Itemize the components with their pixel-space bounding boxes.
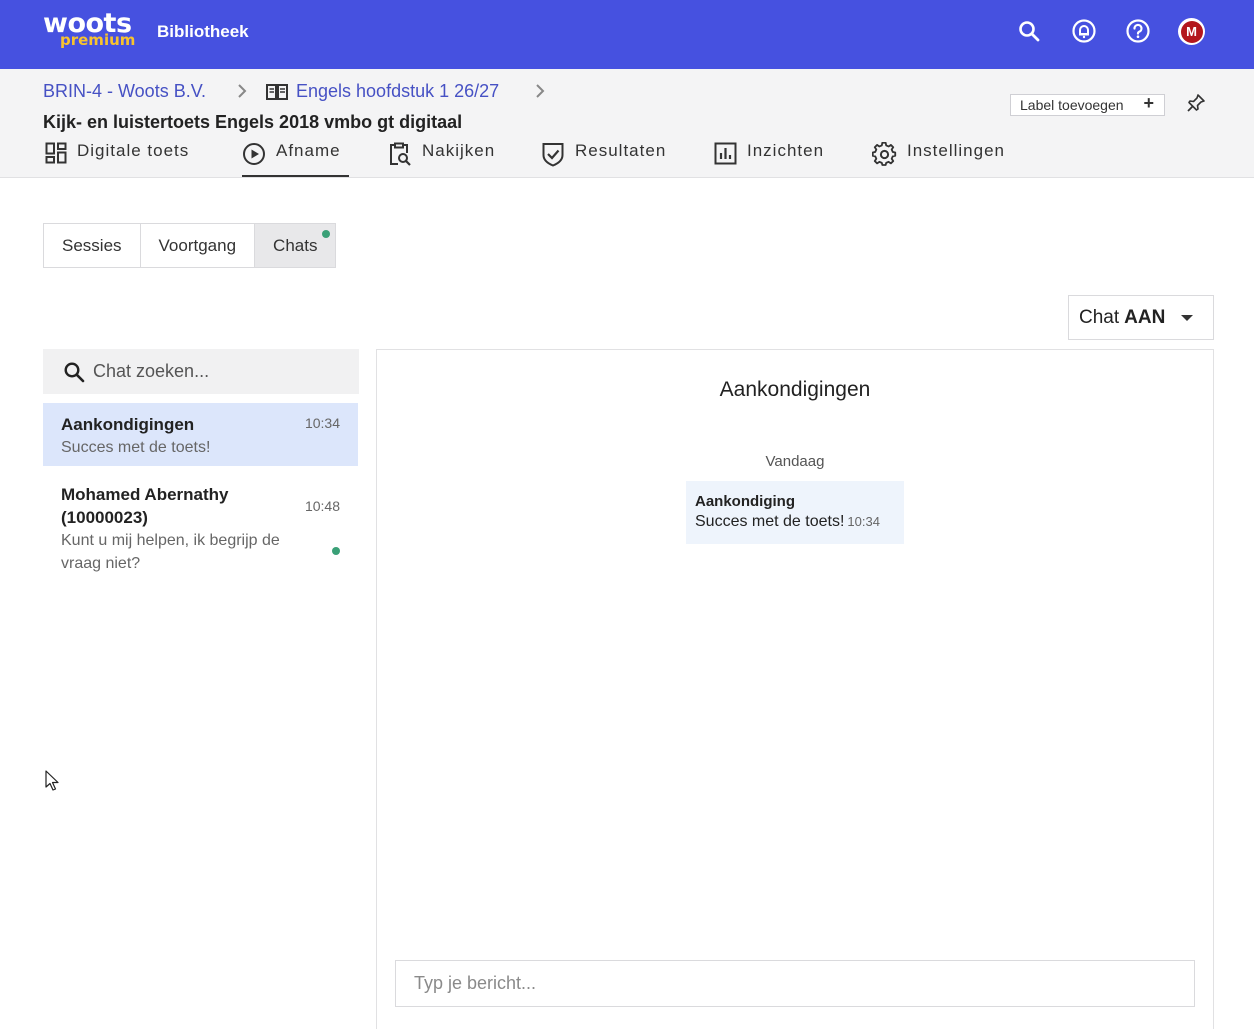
breadcrumb-org[interactable]: BRIN-4 - Woots B.V. bbox=[43, 81, 206, 102]
dashboard-icon bbox=[45, 142, 67, 164]
chat-title: Aankondigingen bbox=[719, 378, 871, 401]
page-header: BRIN-4 - Woots B.V. Engels hoofdstuk 1 2… bbox=[0, 69, 1254, 178]
chat-search-placeholder: Chat zoeken... bbox=[93, 361, 210, 381]
subtab-chats-label: Chats bbox=[273, 235, 318, 255]
tab-label: Instellingen bbox=[907, 141, 1006, 160]
message-time: 10:34 bbox=[847, 514, 880, 529]
tab-digitale-toets[interactable]: Digitale toets bbox=[45, 141, 189, 177]
search-icon[interactable] bbox=[1016, 18, 1042, 44]
top-bar: woots premium Bibliotheek M bbox=[0, 0, 1254, 69]
avatar-initial: M bbox=[1180, 20, 1203, 43]
chevron-right-icon bbox=[534, 83, 546, 104]
conversation-preview: Kunt u mij helpen, ik begrijp de vraag n… bbox=[61, 532, 280, 572]
clipboard-search-icon bbox=[390, 142, 411, 166]
help-icon[interactable] bbox=[1125, 18, 1151, 44]
conversation-preview: Succes met de toets! bbox=[61, 439, 211, 456]
caret-down-icon bbox=[1181, 315, 1193, 321]
conversation-time: 10:48 bbox=[304, 498, 340, 514]
user-avatar[interactable]: M bbox=[1178, 18, 1205, 45]
tab-label: Resultaten bbox=[575, 141, 667, 160]
add-label-text: Label toevoegen bbox=[1020, 97, 1124, 113]
tab-instellingen[interactable]: Instellingen bbox=[872, 141, 1005, 177]
chat-status-dropdown[interactable]: Chat AAN bbox=[1068, 295, 1214, 340]
message-input[interactable] bbox=[395, 960, 1195, 1007]
tab-label: Inzichten bbox=[747, 141, 825, 160]
chat-status-value: AAN bbox=[1124, 306, 1166, 328]
chevron-right-icon bbox=[236, 83, 248, 104]
chat-search-input[interactable]: Chat zoeken... bbox=[43, 349, 359, 394]
page-title: Kijk- en luistertoets Engels 2018 vmbo g… bbox=[43, 112, 463, 132]
shield-check-icon bbox=[542, 143, 564, 167]
logo-sub-text: premium bbox=[60, 31, 136, 49]
tab-label: Afname bbox=[276, 141, 341, 160]
chat-panel: Aankondigingen Vandaag Aankondiging Succ… bbox=[376, 349, 1214, 1029]
conversation-item[interactable]: Mohamed Abernathy (10000023) Kunt u mij … bbox=[43, 473, 358, 583]
tab-nakijken[interactable]: Nakijken bbox=[387, 141, 495, 177]
chat-status-prefix: Chat bbox=[1079, 306, 1120, 328]
book-icon bbox=[266, 83, 288, 100]
notification-icon[interactable] bbox=[1071, 18, 1097, 44]
search-icon bbox=[64, 361, 85, 382]
tab-label: Digitale toets bbox=[77, 141, 190, 160]
subtab-sessies[interactable]: Sessies bbox=[44, 224, 141, 267]
conversation-item[interactable]: Aankondigingen Succes met de toets! 10:3… bbox=[43, 403, 358, 466]
conversation-time: 10:34 bbox=[304, 415, 340, 431]
unread-dot bbox=[322, 230, 331, 238]
tab-label: Nakijken bbox=[422, 141, 496, 160]
sub-tabs: Sessies Voortgang Chats bbox=[43, 223, 337, 268]
subtab-chats[interactable]: Chats bbox=[255, 224, 336, 267]
library-link[interactable]: Bibliotheek bbox=[157, 22, 249, 42]
bar-chart-icon bbox=[714, 142, 737, 165]
subtab-voortgang[interactable]: Voortgang bbox=[141, 224, 256, 267]
breadcrumb-course-label: Engels hoofdstuk 1 26/27 bbox=[296, 81, 500, 101]
mouse-cursor-icon bbox=[45, 770, 59, 791]
unread-dot bbox=[332, 547, 340, 555]
plus-icon: + bbox=[1143, 93, 1154, 113]
message-bubble: Aankondiging Succes met de toets! 10:34 bbox=[686, 481, 904, 544]
conversation-name: Mohamed Abernathy (10000023) bbox=[61, 485, 229, 527]
message-text: Succes met de toets! bbox=[695, 513, 845, 530]
woots-logo[interactable]: woots premium bbox=[43, 8, 135, 54]
pin-icon[interactable] bbox=[1186, 93, 1206, 113]
tab-inzichten[interactable]: Inzichten bbox=[714, 141, 824, 177]
message-text-row: Succes met de toets! 10:34 bbox=[695, 511, 895, 533]
conversation-name: Aankondigingen bbox=[61, 415, 195, 434]
message-sender: Aankondiging bbox=[695, 493, 795, 510]
play-circle-icon bbox=[243, 143, 265, 165]
tab-afname[interactable]: Afname bbox=[242, 141, 349, 177]
day-separator: Vandaag bbox=[765, 453, 825, 470]
breadcrumb-course[interactable]: Engels hoofdstuk 1 26/27 bbox=[265, 81, 499, 102]
gear-icon bbox=[872, 142, 897, 166]
tab-resultaten[interactable]: Resultaten bbox=[541, 141, 666, 177]
add-label-button[interactable]: Label toevoegen + bbox=[1010, 93, 1165, 116]
